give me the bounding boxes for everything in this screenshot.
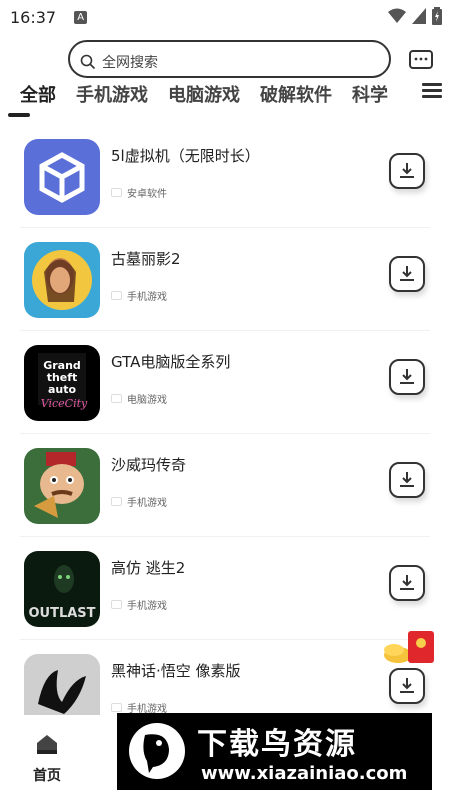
category-tag-icon (111, 703, 122, 712)
active-tab-indicator (8, 113, 30, 117)
tab-science[interactable]: 科学 (352, 81, 388, 107)
download-icon (400, 472, 414, 487)
category-tag-icon (111, 497, 122, 506)
status-time: 16:37 (10, 7, 57, 27)
bird-logo-icon (129, 723, 185, 779)
app-name: 黑神话·悟空 像素版 (111, 662, 241, 680)
svg-text:auto: auto (48, 383, 77, 396)
search-icon (80, 54, 96, 70)
red-packet-icon[interactable] (380, 625, 440, 667)
app-category: 电脑游戏 (111, 391, 167, 406)
outlast-icon: OUTLAST (24, 551, 100, 627)
download-button[interactable] (389, 668, 425, 704)
shawarma-icon (24, 448, 100, 524)
download-button[interactable] (389, 462, 425, 498)
tab-all[interactable]: 全部 (20, 81, 56, 107)
notification-a-icon: A (74, 10, 88, 24)
download-icon (400, 369, 414, 384)
watermark-url: www.xiazainiao.com (201, 763, 408, 784)
list-item[interactable]: 沙威玛传奇 手机游戏 (20, 434, 430, 537)
download-button[interactable] (389, 153, 425, 189)
svg-text:ViceCity: ViceCity (41, 397, 88, 410)
cube-icon (24, 139, 100, 215)
app-name: 沙威玛传奇 (111, 456, 187, 474)
category-tabs: 全部 手机游戏 电脑游戏 破解软件 科学 (0, 78, 420, 110)
app-category: 手机游戏 (111, 288, 167, 303)
app-category: 安卓软件 (111, 185, 167, 200)
nav-home-label: 首页 (33, 768, 61, 784)
home-icon (37, 735, 57, 754)
category-tag-icon (111, 600, 122, 609)
battery-icon (432, 7, 442, 25)
download-button[interactable] (389, 256, 425, 292)
search-placeholder: 全网搜索 (102, 55, 158, 71)
list-item[interactable]: Grand theft auto ViceCity GTA电脑版全系列 电脑游戏 (20, 331, 430, 434)
download-button[interactable] (389, 359, 425, 395)
download-icon (400, 266, 414, 281)
download-button[interactable] (389, 565, 425, 601)
download-icon (400, 163, 414, 178)
download-icon (400, 575, 414, 590)
app-name: 5l虚拟机（无限时长） (111, 147, 260, 165)
app-name: 高仿 逃生2 (111, 559, 186, 577)
status-icons (388, 7, 442, 25)
watermark-title: 下载鸟资源 (197, 727, 357, 762)
watermark-banner: 下载鸟资源 www.xiazainiao.com (117, 713, 432, 790)
app-name: GTA电脑版全系列 (111, 353, 231, 371)
tab-mobile-games[interactable]: 手机游戏 (76, 81, 148, 107)
wifi-icon (388, 8, 406, 23)
category-tag-icon (111, 291, 122, 300)
menu-icon[interactable] (422, 80, 444, 102)
list-item[interactable]: 5l虚拟机（无限时长） 安卓软件 (20, 125, 430, 228)
list-item[interactable]: OUTLAST 高仿 逃生2 手机游戏 (20, 537, 430, 640)
category-tag-icon (111, 188, 122, 197)
message-icon[interactable] (409, 50, 433, 72)
download-icon (400, 678, 414, 693)
app-name: 古墓丽影2 (111, 250, 181, 268)
app-category: 手机游戏 (111, 494, 167, 509)
search-input[interactable]: 全网搜索 (68, 40, 391, 78)
app-category: 手机游戏 (111, 597, 167, 612)
nav-home[interactable]: 首页 (22, 733, 72, 785)
list-item[interactable]: 古墓丽影2 手机游戏 (20, 228, 430, 331)
signal-icon (412, 8, 426, 24)
category-tag-icon (111, 394, 122, 403)
tomb-raider-icon (24, 242, 100, 318)
gta-icon: Grand theft auto ViceCity (24, 345, 100, 421)
svg-text:OUTLAST: OUTLAST (28, 606, 95, 621)
tab-pc-games[interactable]: 电脑游戏 (168, 81, 240, 107)
status-bar: 16:37 A (0, 0, 450, 34)
tab-cracked-software[interactable]: 破解软件 (260, 81, 332, 107)
